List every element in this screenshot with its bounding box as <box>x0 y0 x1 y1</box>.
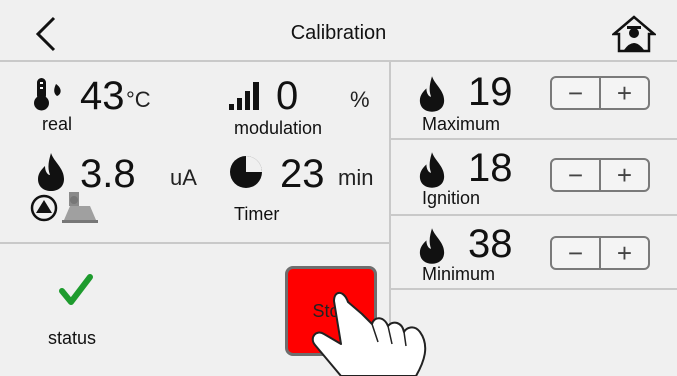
page-title: Calibration <box>290 22 387 44</box>
status-label: status <box>48 328 97 348</box>
setting-row-minimum: 38 Minimum − + <box>392 216 677 288</box>
setting-row-ignition: 18 Ignition − + <box>392 140 677 214</box>
flame-icon <box>419 228 445 264</box>
flame-icon <box>419 152 445 188</box>
maximum-increment-button[interactable]: + <box>601 78 648 108</box>
maximum-label: Maximum <box>422 114 501 134</box>
clock-icon <box>230 156 262 188</box>
temperature-value: 43 <box>80 74 125 118</box>
flame-current-unit: uA <box>170 165 197 190</box>
maximum-decrement-button[interactable]: − <box>552 78 601 108</box>
checkmark-icon <box>59 274 93 305</box>
home-button[interactable] <box>610 14 658 54</box>
temperature-readout: 43 °C real <box>30 72 210 142</box>
flame-current-value: 3.8 <box>80 152 136 196</box>
minimum-value: 38 <box>468 222 513 266</box>
hand-pointer-icon <box>311 291 427 376</box>
minimum-stepper[interactable]: − + <box>550 236 650 270</box>
setting-row-maximum: 19 Maximum − + <box>392 62 677 138</box>
maximum-value: 19 <box>468 70 513 114</box>
back-button[interactable] <box>30 14 66 54</box>
timer-value: 23 <box>280 152 325 196</box>
flame-icon <box>419 76 445 112</box>
timer-unit: min <box>338 165 374 190</box>
ignition-decrement-button[interactable]: − <box>552 160 601 190</box>
back-chevron-icon <box>35 16 56 52</box>
minimum-label: Minimum <box>422 264 496 284</box>
modulation-value: 0 <box>276 74 299 118</box>
modulation-label: modulation <box>234 118 323 138</box>
timer-readout: 23 min Timer <box>226 150 386 240</box>
ignition-value: 18 <box>468 146 513 190</box>
modulation-unit: % <box>350 87 370 112</box>
ignition-label: Ignition <box>422 188 481 208</box>
ignition-stepper[interactable]: − + <box>550 158 650 192</box>
chimney-icon <box>62 192 98 223</box>
timer-label: Timer <box>234 204 280 224</box>
home-icon <box>610 15 658 53</box>
temperature-unit: °C <box>126 87 151 112</box>
signal-bars-icon <box>229 82 259 110</box>
flame-current-readout: 3.8 uA <box>30 150 220 240</box>
minimum-increment-button[interactable]: + <box>601 238 648 268</box>
minimum-decrement-button[interactable]: − <box>552 238 601 268</box>
fan-icon <box>30 194 58 222</box>
thermometer-icon <box>34 78 61 111</box>
status-indicator: status <box>40 272 130 352</box>
ignition-increment-button[interactable]: + <box>601 160 648 190</box>
temperature-label: real <box>42 114 73 134</box>
modulation-readout: 0 % modulation <box>226 72 376 142</box>
flame-icon <box>38 153 64 191</box>
maximum-stepper[interactable]: − + <box>550 76 650 110</box>
